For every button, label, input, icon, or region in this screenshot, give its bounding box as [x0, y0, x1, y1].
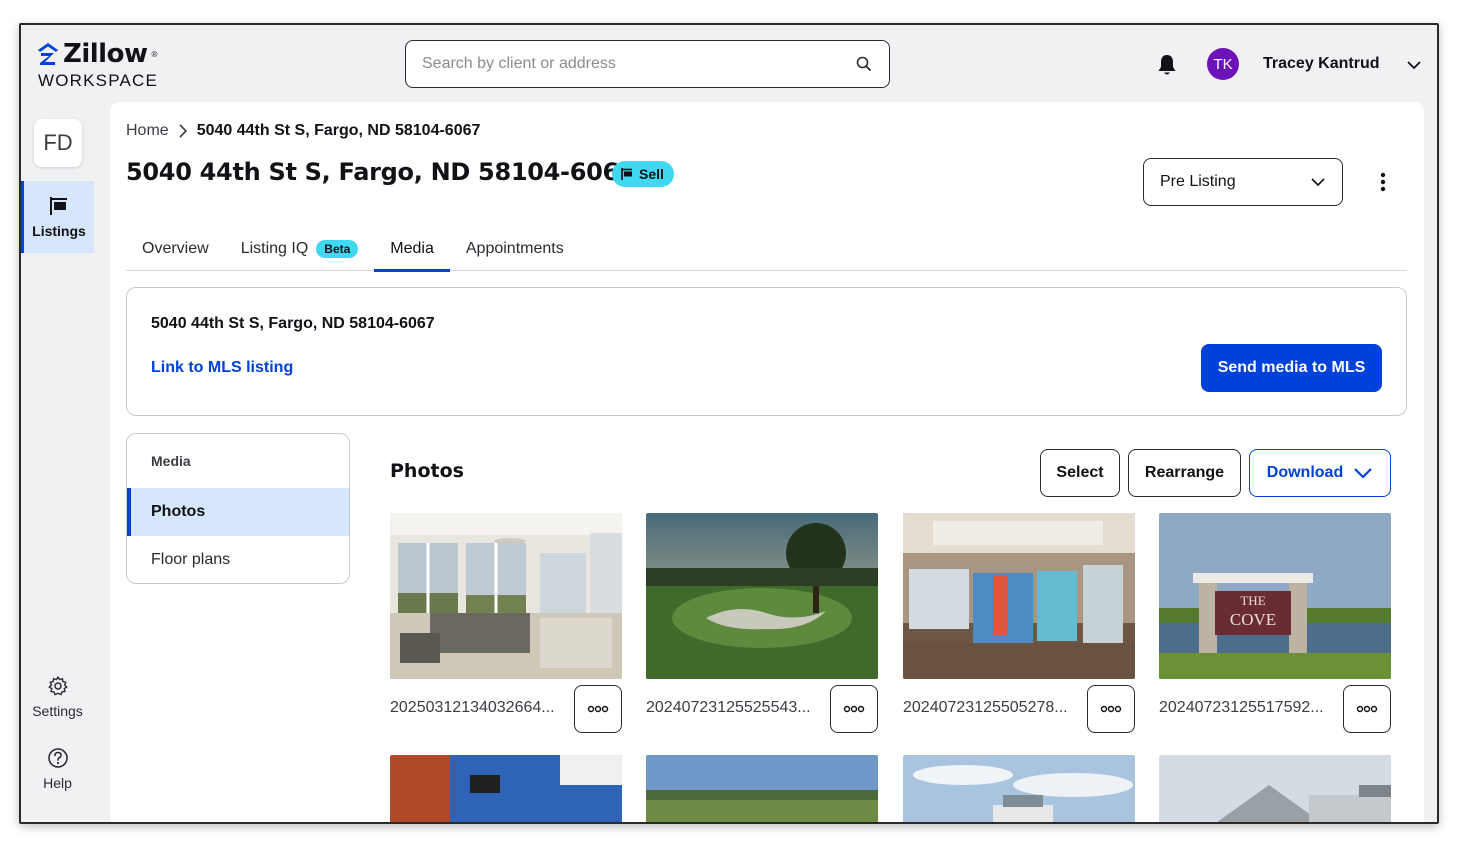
- mls-address: 5040 44th St S, Fargo, ND 58104-6067: [151, 315, 435, 332]
- brand-name: Zillow: [63, 39, 148, 69]
- user-avatar[interactable]: TK: [1207, 48, 1239, 80]
- landscape-photo: [646, 755, 878, 822]
- sign-line-1: THE: [1240, 593, 1265, 608]
- send-media-to-mls-button[interactable]: Send media to MLS: [1201, 344, 1382, 392]
- sidebar-item-label: Listings: [32, 223, 86, 239]
- photo-thumbnail[interactable]: THE COVE: [1159, 513, 1391, 679]
- tab-listing-iq[interactable]: Listing IQ Beta: [225, 227, 375, 271]
- notification-bell-icon[interactable]: [1156, 53, 1178, 77]
- sign-line-2: COVE: [1230, 610, 1276, 629]
- media-nav-photos[interactable]: Photos: [127, 488, 349, 536]
- brand-sub: WORKSPACE: [38, 71, 159, 90]
- photo-thumbnail[interactable]: [1159, 755, 1391, 822]
- page-title: 5040 44th St S, Fargo, ND 58104-6067: [126, 158, 636, 186]
- more-vertical-icon[interactable]: [1372, 170, 1394, 194]
- photos-heading: Photos: [390, 460, 464, 482]
- breadcrumb: Home 5040 44th St S, Fargo, ND 58104-606…: [126, 122, 480, 140]
- tab-bar: Overview Listing IQ Beta Media Appointme…: [126, 227, 1407, 272]
- photo-filename: 20250312134032664...: [390, 699, 555, 716]
- photo-thumbnail[interactable]: [390, 755, 622, 822]
- sidebar-item-label: Help: [43, 775, 72, 791]
- sidebar-item-label: Settings: [32, 703, 83, 719]
- golf-course-photo: [646, 513, 878, 679]
- rearrange-button[interactable]: Rearrange: [1128, 449, 1241, 497]
- tab-media[interactable]: Media: [374, 227, 450, 272]
- sign-icon: [621, 168, 632, 180]
- search-box[interactable]: [405, 40, 890, 88]
- listing-status-value: Pre Listing: [1160, 173, 1236, 190]
- more-horizontal-icon: [587, 705, 609, 713]
- photo-more-button[interactable]: [1087, 685, 1135, 733]
- sign-icon: [50, 197, 67, 215]
- search-icon[interactable]: [855, 55, 873, 73]
- mls-card: 5040 44th St S, Fargo, ND 58104-6067 Lin…: [126, 287, 1407, 416]
- photo-more-button[interactable]: [1343, 685, 1391, 733]
- more-horizontal-icon: [1100, 705, 1122, 713]
- download-label: Download: [1266, 464, 1344, 481]
- photo-filename: 20240723125517592...: [1159, 699, 1324, 716]
- sunroom-photo: [390, 513, 622, 679]
- download-button[interactable]: Download: [1249, 449, 1391, 497]
- tab-appointments[interactable]: Appointments: [450, 227, 580, 271]
- photo-more-button[interactable]: [574, 685, 622, 733]
- more-horizontal-icon: [843, 705, 865, 713]
- chevron-down-icon: [1311, 178, 1325, 187]
- pro-shop-photo: [903, 513, 1135, 679]
- main-panel: Home 5040 44th St S, Fargo, ND 58104-606…: [110, 102, 1424, 822]
- community-sign-photo: THE COVE: [1159, 513, 1391, 679]
- more-horizontal-icon: [1356, 705, 1378, 713]
- search-input[interactable]: [422, 55, 855, 73]
- photo-thumbnail[interactable]: [646, 755, 878, 822]
- media-nav: Media Photos Floor plans: [126, 433, 350, 584]
- link-to-mls-link[interactable]: Link to MLS listing: [151, 359, 293, 377]
- photo-more-button[interactable]: [830, 685, 878, 733]
- badge-label: Sell: [639, 166, 664, 182]
- breadcrumb-home[interactable]: Home: [126, 122, 169, 140]
- zillow-z-icon: [38, 43, 58, 65]
- sidebar-item-settings[interactable]: Settings: [21, 675, 94, 719]
- media-nav-floor-plans[interactable]: Floor plans: [127, 536, 349, 583]
- status-badge: Sell: [612, 161, 674, 187]
- sidebar-item-help[interactable]: Help: [21, 747, 94, 791]
- beta-badge: Beta: [316, 240, 359, 258]
- photo-filename: 20240723125525543...: [646, 699, 811, 716]
- media-nav-header: Media: [151, 453, 191, 469]
- user-name[interactable]: Tracey Kantrud: [1263, 55, 1379, 73]
- select-button[interactable]: Select: [1040, 449, 1120, 497]
- gear-icon: [48, 676, 67, 696]
- zillow-logo[interactable]: Zillow ® WORKSPACE: [37, 39, 158, 91]
- help-icon: [47, 748, 68, 768]
- app-window: Zillow® WORKSPACE TK Tracey Kantrud FD L…: [19, 23, 1439, 824]
- house-photo: [1159, 755, 1391, 822]
- tab-overview[interactable]: Overview: [126, 227, 225, 271]
- breadcrumb-current: 5040 44th St S, Fargo, ND 58104-6067: [196, 122, 481, 139]
- photo-thumbnail[interactable]: [903, 755, 1135, 822]
- photo-thumbnail[interactable]: [646, 513, 878, 679]
- chevron-down-icon[interactable]: [1406, 57, 1422, 73]
- building-photo: [903, 755, 1135, 822]
- photo-thumbnail[interactable]: [390, 513, 622, 679]
- workspace-switcher[interactable]: FD: [34, 119, 82, 167]
- interior-photo: [390, 755, 622, 822]
- chevron-right-icon: [179, 124, 187, 138]
- listing-status-select[interactable]: Pre Listing: [1143, 158, 1343, 206]
- photo-filename: 20240723125505278...: [903, 699, 1068, 716]
- sidebar-item-listings[interactable]: Listings: [21, 181, 94, 253]
- photo-thumbnail[interactable]: [903, 513, 1135, 679]
- chevron-down-icon: [1354, 468, 1372, 479]
